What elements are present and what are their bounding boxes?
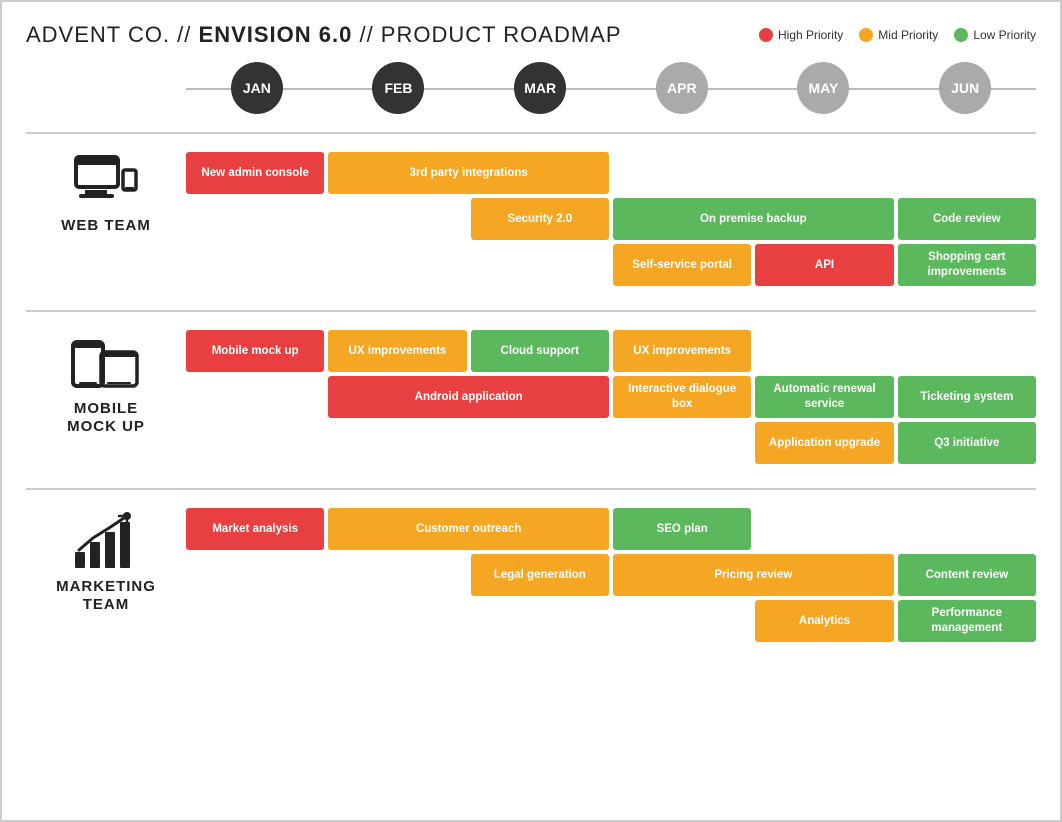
task-block: Application upgrade — [755, 422, 893, 464]
team-grid: Mobile mock upUX improvementsCloud suppo… — [186, 330, 1036, 464]
task-block: Q3 initiative — [898, 422, 1036, 464]
task-block: Automatic renewal service — [755, 376, 893, 418]
legend-dot — [859, 28, 873, 42]
team-section-marketing-team: MARKETINGTEAM Market analysisCustomer out… — [26, 498, 1036, 658]
section-divider — [26, 310, 1036, 312]
team-label: WEB TEAM — [26, 152, 186, 235]
task-block: Legal generation — [471, 554, 609, 596]
team-name: MOBILEMOCK UP — [67, 400, 145, 436]
task-block: Shopping cart improvements — [898, 244, 1036, 286]
task-block: Self-service portal — [613, 244, 751, 286]
task-block: UX improvements — [328, 330, 466, 372]
month-node-jan: JAN — [231, 62, 283, 114]
section-divider — [26, 488, 1036, 490]
team-name: MARKETINGTEAM — [56, 578, 156, 614]
legend: High Priority Mid Priority Low Priority — [759, 28, 1036, 42]
team-section-mobile-mock-up: MOBILEMOCK UPMobile mock upUX improvemen… — [26, 320, 1036, 480]
team-grid: New admin console3rd party integrationsS… — [186, 152, 1036, 286]
task-block: Mobile mock up — [186, 330, 324, 372]
task-block: Android application — [328, 376, 609, 418]
month-nodes: JAN FEB MAR APR MAY JUN — [186, 62, 1036, 114]
teams-container: WEB TEAM New admin console3rd party integ… — [26, 132, 1036, 658]
team-icon-mobile-mock-up — [71, 330, 141, 400]
task-block: Security 2.0 — [471, 198, 609, 240]
page: ADVENT CO. // ENVISION 6.0 // PRODUCT RO… — [2, 2, 1060, 678]
team-label: MOBILEMOCK UP — [26, 330, 186, 436]
team-icon-web-team — [71, 152, 141, 217]
task-block: API — [755, 244, 893, 286]
task-block: UX improvements — [613, 330, 751, 372]
legend-item: Mid Priority — [859, 28, 938, 42]
team-name: WEB TEAM — [61, 217, 151, 235]
page-title: ADVENT CO. // ENVISION 6.0 // PRODUCT RO… — [26, 22, 622, 48]
task-block: New admin console — [186, 152, 324, 194]
team-section-web-team: WEB TEAM New admin console3rd party integ… — [26, 142, 1036, 302]
task-block: Market analysis — [186, 508, 324, 550]
legend-item: Low Priority — [954, 28, 1036, 42]
task-block: Interactive dialogue box — [613, 376, 751, 418]
legend-dot — [759, 28, 773, 42]
task-block: Ticketing system — [898, 376, 1036, 418]
task-block: Performance management — [898, 600, 1036, 642]
team-icon-marketing-team — [71, 508, 141, 578]
task-block: SEO plan — [613, 508, 751, 550]
task-block: Cloud support — [471, 330, 609, 372]
team-grid: Market analysisCustomer outreachSEO plan… — [186, 508, 1036, 642]
task-block: Analytics — [755, 600, 893, 642]
task-block: Content review — [898, 554, 1036, 596]
task-block: Pricing review — [613, 554, 894, 596]
legend-item: High Priority — [759, 28, 843, 42]
section-divider — [26, 132, 1036, 134]
task-block: Customer outreach — [328, 508, 609, 550]
legend-dot — [954, 28, 968, 42]
team-label: MARKETINGTEAM — [26, 508, 186, 614]
month-node-jun: JUN — [939, 62, 991, 114]
timeline-header: JAN FEB MAR APR MAY JUN — [186, 62, 1036, 114]
month-node-apr: APR — [656, 62, 708, 114]
month-node-may: MAY — [797, 62, 849, 114]
task-block: On premise backup — [613, 198, 894, 240]
header: ADVENT CO. // ENVISION 6.0 // PRODUCT RO… — [26, 22, 1036, 48]
task-block: 3rd party integrations — [328, 152, 609, 194]
month-node-feb: FEB — [372, 62, 424, 114]
month-node-mar: MAR — [514, 62, 566, 114]
task-block: Code review — [898, 198, 1036, 240]
